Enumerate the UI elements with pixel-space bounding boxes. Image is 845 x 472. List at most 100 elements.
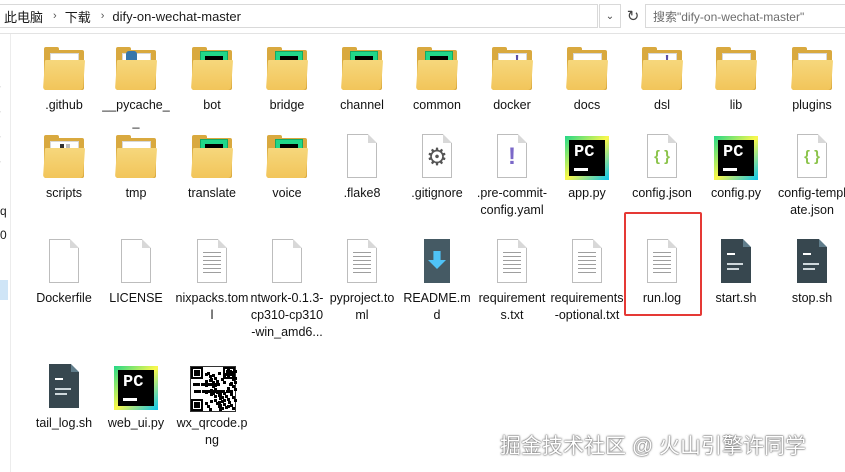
- chevron-right-icon[interactable]: ›: [97, 10, 109, 22]
- file-item-run-log[interactable]: run.log: [625, 233, 699, 307]
- file-item-readme-md[interactable]: README.md: [400, 233, 474, 324]
- nav-item-fragment[interactable]: 0: [0, 228, 7, 242]
- file-item-channel[interactable]: channel: [325, 40, 399, 114]
- file-item-start-sh[interactable]: start.sh: [699, 233, 773, 307]
- file-name-label: requirements.txt: [478, 291, 546, 322]
- file-item-stop-sh[interactable]: stop.sh: [775, 233, 845, 307]
- file-item-ntwork-0-1-3-cp310-cp310-win-amd6[interactable]: ntwork-0.1.3-cp310-cp310-win_amd6...: [250, 233, 324, 341]
- file-item-wx-qrcode-png[interactable]: wx_qrcode.png: [175, 358, 249, 449]
- file-item-config-py[interactable]: PC config.py: [699, 128, 773, 202]
- shell-icon: [40, 364, 88, 412]
- breadcrumb[interactable]: 此电脑 › 下载 › dify-on-wechat-master: [0, 4, 598, 28]
- file-item-web-ui-py[interactable]: PC web_ui.py: [99, 358, 173, 432]
- chevron-right-icon[interactable]: ›: [49, 10, 61, 22]
- expand-arrow-icon[interactable]: ›: [0, 157, 1, 166]
- folder-icon: !: [488, 46, 536, 94]
- file-name-label: Dockerfile: [36, 291, 92, 305]
- blank-icon: [40, 239, 88, 287]
- breadcrumb-item-current-folder[interactable]: dify-on-wechat-master: [108, 9, 247, 24]
- pycharm-icon: PC: [712, 134, 760, 182]
- pycharm-icon: PC: [563, 134, 611, 182]
- folder-icon: [413, 46, 461, 94]
- file-name-label: wx_qrcode.png: [176, 416, 248, 447]
- file-item-dsl[interactable]: ! dsl: [625, 40, 699, 114]
- file-item-lib[interactable]: lib: [699, 40, 773, 114]
- file-name-label: app.py: [568, 186, 606, 200]
- folder-icon: !: [638, 46, 686, 94]
- breadcrumb-item-downloads[interactable]: 下载: [61, 7, 97, 26]
- file-item-docker[interactable]: ! docker: [475, 40, 549, 114]
- blank-icon: [263, 239, 311, 287]
- file-item-common[interactable]: common: [400, 40, 474, 114]
- expand-arrow-icon[interactable]: ›: [0, 132, 1, 141]
- file-name-label: tmp: [125, 186, 147, 200]
- file-item-translate[interactable]: translate: [175, 128, 249, 202]
- file-name-label: common: [413, 98, 461, 112]
- refresh-button[interactable]: ↻: [622, 4, 644, 28]
- file-item-pre-commit-config-yaml[interactable]: ! .pre-commit-config.yaml: [475, 128, 549, 219]
- file-item-flake8[interactable]: .flake8: [325, 128, 399, 202]
- file-item-github[interactable]: .github: [27, 40, 101, 114]
- file-name-label: config.py: [710, 186, 762, 200]
- file-item-gitignore[interactable]: ⚙ .gitignore: [400, 128, 474, 202]
- expand-arrow-icon[interactable]: ›: [0, 107, 1, 116]
- file-item-requirements-optional-txt[interactable]: requirements-optional.txt: [550, 233, 624, 324]
- file-item-config-json[interactable]: { } config.json: [625, 128, 699, 202]
- text-icon: [638, 239, 686, 287]
- folder-icon: [40, 46, 88, 94]
- file-grid: .github __pycache__ bot bridge channel common…: [22, 40, 845, 472]
- file-name-label: config.json: [632, 186, 692, 200]
- file-item-requirements-txt[interactable]: requirements.txt: [475, 233, 549, 324]
- file-name-label: scripts: [45, 186, 83, 200]
- pycharm-icon: PC: [112, 364, 160, 412]
- json-icon: { }: [788, 134, 836, 182]
- file-name-label: README.md: [403, 291, 471, 322]
- text-icon: [188, 239, 236, 287]
- gear-icon: ⚙: [413, 134, 461, 182]
- file-item-bot[interactable]: bot: [175, 40, 249, 114]
- file-item-scripts[interactable]: scripts: [27, 128, 101, 202]
- nav-selected-item[interactable]: [0, 280, 8, 300]
- file-item-config-template-json[interactable]: { } config-template.json: [775, 128, 845, 219]
- nav-item-fragment[interactable]: q: [0, 204, 7, 218]
- file-item-bridge[interactable]: bridge: [250, 40, 324, 114]
- file-item-pyproject-toml[interactable]: pyproject.toml: [325, 233, 399, 324]
- file-name-label: pyproject.toml: [329, 291, 395, 322]
- file-item-tail-log-sh[interactable]: tail_log.sh: [27, 358, 101, 432]
- readme-icon: [413, 239, 461, 287]
- expand-arrow-icon[interactable]: ›: [0, 82, 1, 91]
- folder-icon: [263, 134, 311, 182]
- file-name-label: dsl: [654, 98, 670, 112]
- shell-icon: [712, 239, 760, 287]
- folder-icon: [338, 46, 386, 94]
- folder-icon: [188, 134, 236, 182]
- file-item-pycache[interactable]: __pycache__: [99, 40, 173, 131]
- file-name-label: LICENSE: [109, 291, 163, 305]
- file-item-dockerfile[interactable]: Dockerfile: [27, 233, 101, 307]
- navigation-pane[interactable]: › › › › q 0: [0, 34, 11, 472]
- file-item-tmp[interactable]: tmp: [99, 128, 173, 202]
- text-icon: [338, 239, 386, 287]
- file-item-plugins[interactable]: plugins: [775, 40, 845, 114]
- breadcrumb-item-this-pc[interactable]: 此电脑: [0, 7, 49, 26]
- file-name-label: bridge: [269, 98, 305, 112]
- file-name-label: .github: [45, 98, 83, 112]
- file-name-label: translate: [188, 186, 236, 200]
- file-item-docs[interactable]: docs: [550, 40, 624, 114]
- file-name-label: .flake8: [343, 186, 381, 200]
- folder-icon: [40, 134, 88, 182]
- file-name-label: .pre-commit-config.yaml: [476, 186, 548, 217]
- file-name-label: docs: [573, 98, 601, 112]
- file-name-label: stop.sh: [791, 291, 833, 305]
- file-item-nixpacks-toml[interactable]: nixpacks.toml: [175, 233, 249, 324]
- file-item-voice[interactable]: voice: [250, 128, 324, 202]
- file-item-app-py[interactable]: PC app.py: [550, 128, 624, 202]
- blank-icon: [112, 239, 160, 287]
- folder-icon: [712, 46, 760, 94]
- search-input[interactable]: 搜索"dify-on-wechat-master": [645, 4, 845, 28]
- file-item-license[interactable]: LICENSE: [99, 233, 173, 307]
- file-name-label: plugins: [792, 98, 832, 112]
- file-name-label: nixpacks.toml: [175, 291, 249, 322]
- history-dropdown-button[interactable]: ⌄: [599, 4, 621, 28]
- blank-icon: [338, 134, 386, 182]
